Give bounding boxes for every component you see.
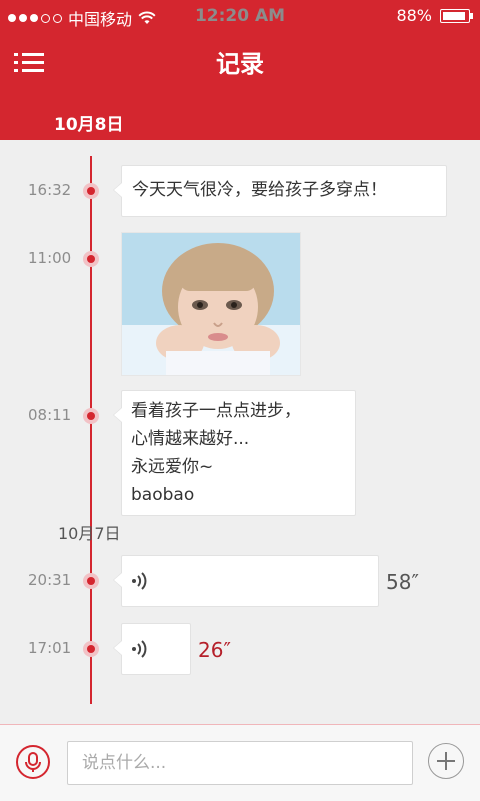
timeline-node-core	[87, 577, 95, 585]
photo-entry[interactable]	[121, 232, 301, 376]
entry-time: 11:00	[28, 249, 72, 267]
timeline-node	[83, 408, 99, 424]
entry-text: 看着孩子一点点进步， 心情越来越好... 永远爱你~ baobao	[131, 401, 301, 505]
timeline-node	[83, 183, 99, 199]
timeline-node	[83, 573, 99, 589]
child-photo	[122, 233, 300, 375]
entry-time: 17:01	[28, 639, 72, 657]
timeline-node-core	[87, 412, 95, 420]
entry-time: 20:31	[28, 571, 72, 589]
text-entry-card[interactable]: 今天天气很冷，要给孩子多穿点！	[113, 165, 447, 217]
timeline-node	[83, 251, 99, 267]
voice-icon	[132, 572, 147, 590]
battery-icon	[440, 8, 473, 23]
timeline-node-core	[87, 255, 95, 263]
timeline-node	[83, 641, 99, 657]
date-label: 10月7日	[58, 524, 121, 543]
voice-duration: 58″	[386, 570, 419, 594]
add-button[interactable]	[428, 743, 464, 779]
header: 中国移动 12:20 AM 88% 记录 10月8日	[0, 0, 480, 140]
navbar: 记录	[0, 32, 480, 94]
battery-percent: 88%	[396, 6, 432, 25]
status-right: 88%	[396, 6, 473, 25]
entry-time: 16:32	[28, 181, 72, 199]
timeline-line	[90, 156, 92, 704]
voice-duration: 26″	[198, 638, 231, 662]
date-header: 10月8日	[54, 115, 124, 135]
timeline-node-core	[87, 645, 95, 653]
input-bar	[0, 724, 480, 801]
message-input[interactable]	[67, 741, 413, 785]
battery-fill	[443, 11, 465, 20]
microphone-icon	[25, 752, 41, 772]
voice-message[interactable]	[113, 623, 191, 675]
timeline-node-core	[87, 187, 95, 195]
entry-time: 08:11	[28, 406, 72, 424]
microphone-button[interactable]	[16, 745, 50, 779]
plus-icon	[445, 752, 447, 770]
page-title: 记录	[216, 50, 264, 78]
text-entry-card[interactable]: 看着孩子一点点进步， 心情越来越好... 永远爱你~ baobao	[113, 390, 356, 516]
voice-icon	[132, 640, 147, 658]
battery-cap	[470, 12, 473, 19]
entry-text: 今天天气很冷，要给孩子多穿点！	[132, 180, 387, 200]
voice-message[interactable]	[113, 555, 379, 607]
status-bar: 中国移动 12:20 AM 88%	[0, 0, 480, 32]
